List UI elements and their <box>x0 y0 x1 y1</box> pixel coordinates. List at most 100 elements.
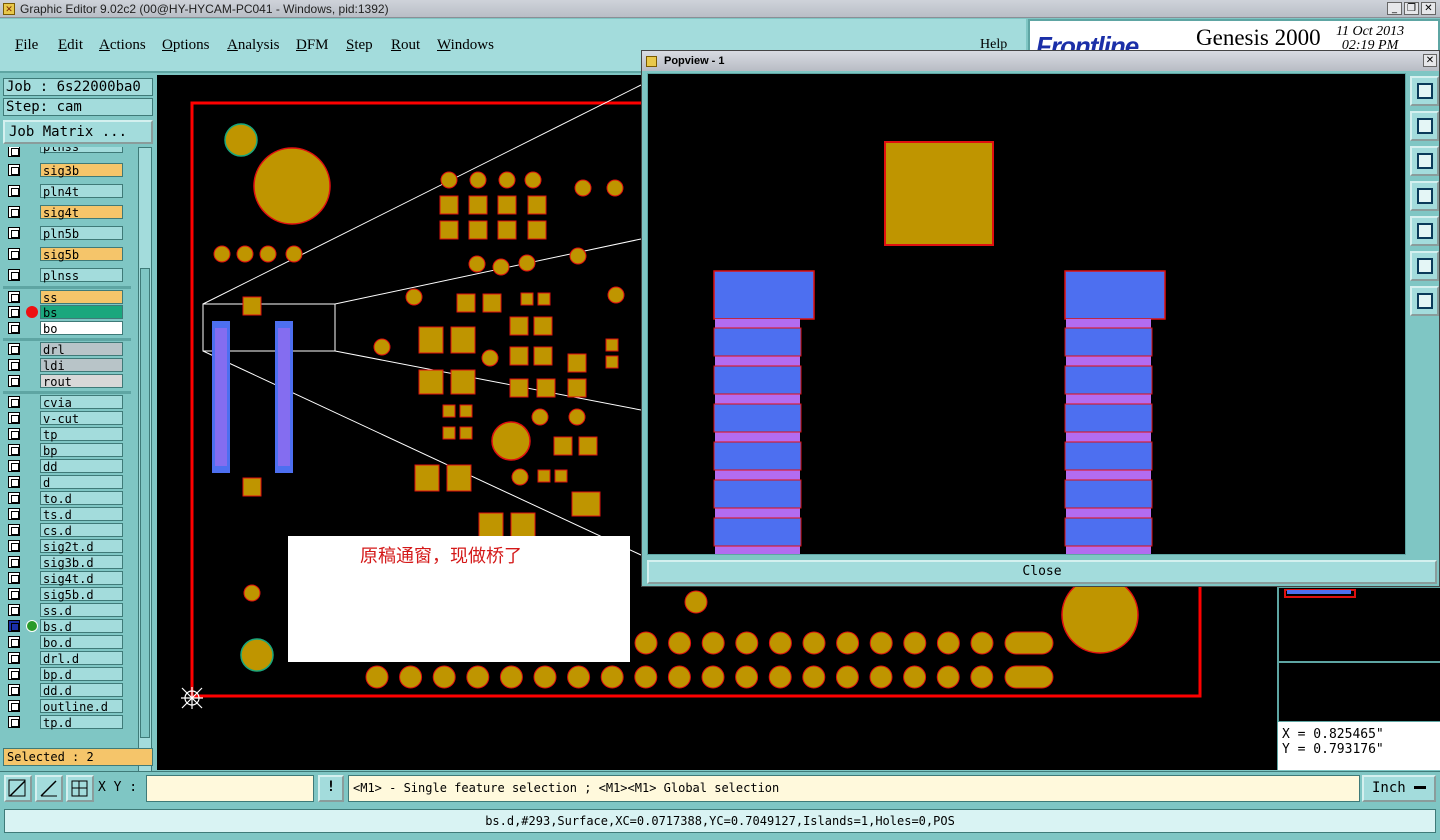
layer-row[interactable]: sig3b <box>3 163 131 178</box>
layer-row[interactable]: bo <box>3 321 131 336</box>
layer-row[interactable]: ss <box>3 290 131 305</box>
layer-checkbox[interactable] <box>8 343 20 355</box>
units-select[interactable]: Inch <box>1362 775 1436 802</box>
layer-row[interactable]: plnss <box>3 147 131 158</box>
layer-checkbox[interactable] <box>8 604 20 616</box>
layer-row[interactable]: sig3b.d <box>3 555 131 570</box>
warning-button[interactable]: ! <box>318 775 344 802</box>
app-x-icon[interactable]: ✕ <box>3 3 15 15</box>
restore-icon[interactable]: ❐ <box>1404 2 1419 15</box>
layer-row[interactable]: bo.d <box>3 635 131 650</box>
minimize-icon[interactable]: _ <box>1387 2 1402 15</box>
layer-checkbox[interactable] <box>8 668 20 680</box>
move-right-icon[interactable] <box>1410 216 1439 246</box>
layer-checkbox[interactable] <box>8 716 20 728</box>
layer-row[interactable]: drl <box>3 342 131 357</box>
layer-row[interactable]: rout <box>3 374 131 389</box>
layer-row[interactable]: pln5b <box>3 226 131 241</box>
layer-row[interactable]: sig5b <box>3 247 131 262</box>
move-left-icon[interactable] <box>1410 181 1439 211</box>
zoom-window-icon[interactable] <box>1410 76 1439 106</box>
layer-row[interactable]: to.d <box>3 491 131 506</box>
layer-checkbox[interactable] <box>8 428 20 440</box>
layer-row[interactable]: ss.d <box>3 603 131 618</box>
layer-row[interactable]: drl.d <box>3 651 131 666</box>
layer-checkbox[interactable] <box>8 164 20 176</box>
layer-list-scrollbar[interactable] <box>138 147 152 819</box>
layer-row[interactable]: sig5b.d <box>3 587 131 602</box>
layer-checkbox[interactable] <box>8 508 20 520</box>
layer-checkbox[interactable] <box>8 359 20 371</box>
layer-row[interactable]: cs.d <box>3 523 131 538</box>
layer-checkbox[interactable] <box>8 620 20 632</box>
minimap[interactable] <box>1278 587 1440 662</box>
popview-close-button[interactable]: Close <box>647 560 1437 584</box>
layer-checkbox[interactable] <box>8 700 20 712</box>
layer-checkbox[interactable] <box>8 556 20 568</box>
zoom-out-icon[interactable] <box>1410 251 1439 281</box>
popview-title-bar[interactable]: Popview - 1 ✕ <box>642 51 1439 71</box>
menu-windows[interactable]: Windows <box>437 37 494 54</box>
layer-checkbox[interactable] <box>8 652 20 664</box>
measure-icon[interactable] <box>35 775 63 802</box>
snap-icon[interactable] <box>4 775 32 802</box>
layer-row[interactable]: d <box>3 475 131 490</box>
layer-checkbox[interactable] <box>8 572 20 584</box>
layer-checkbox[interactable] <box>8 684 20 696</box>
layer-row[interactable]: sig4t.d <box>3 571 131 586</box>
layer-row[interactable]: bp.d <box>3 667 131 682</box>
close-icon[interactable]: ✕ <box>1423 54 1437 67</box>
move-down-icon[interactable] <box>1410 146 1439 176</box>
layer-checkbox[interactable] <box>8 375 20 387</box>
layer-checkbox[interactable] <box>8 636 20 648</box>
layer-row[interactable]: tp <box>3 427 131 442</box>
layer-row[interactable]: bs <box>3 305 131 320</box>
layer-row[interactable]: sig2t.d <box>3 539 131 554</box>
layer-checkbox[interactable] <box>8 540 20 552</box>
layer-checkbox[interactable] <box>8 269 20 281</box>
popview-canvas[interactable] <box>647 73 1406 555</box>
layer-row[interactable]: tp.d <box>3 715 131 730</box>
layer-checkbox[interactable] <box>8 147 20 157</box>
layer-checkbox[interactable] <box>8 248 20 260</box>
layer-checkbox[interactable] <box>8 396 20 408</box>
menu-options[interactable]: Options <box>162 37 210 54</box>
layer-checkbox[interactable] <box>8 460 20 472</box>
xy-input[interactable] <box>146 775 314 802</box>
layer-row[interactable]: v-cut <box>3 411 131 426</box>
layer-checkbox[interactable] <box>8 524 20 536</box>
layer-checkbox[interactable] <box>8 227 20 239</box>
job-matrix-button[interactable]: Job Matrix ... <box>3 120 153 144</box>
layer-checkbox[interactable] <box>8 291 20 303</box>
layer-row[interactable]: bp <box>3 443 131 458</box>
layer-checkbox[interactable] <box>8 185 20 197</box>
layer-row[interactable]: pln4t <box>3 184 131 199</box>
layer-checkbox[interactable] <box>8 476 20 488</box>
layer-checkbox[interactable] <box>8 444 20 456</box>
menu-step[interactable]: Step <box>346 37 373 54</box>
layer-row[interactable]: ts.d <box>3 507 131 522</box>
menu-analysis[interactable]: Analysis <box>227 37 280 54</box>
menu-edit[interactable]: Edit <box>58 37 83 54</box>
layer-checkbox[interactable] <box>8 412 20 424</box>
layer-row[interactable]: sig4t <box>3 205 131 220</box>
layer-checkbox[interactable] <box>8 322 20 334</box>
layer-row[interactable]: bs.d <box>3 619 131 634</box>
layer-checkbox[interactable] <box>8 206 20 218</box>
menu-file[interactable]: File <box>15 37 38 54</box>
menu-rout[interactable]: Rout <box>391 37 420 54</box>
menu-dfm[interactable]: DFM <box>296 37 329 54</box>
layer-row[interactable]: dd.d <box>3 683 131 698</box>
layer-row[interactable]: outline.d <box>3 699 131 714</box>
layer-row[interactable]: ldi <box>3 358 131 373</box>
layer-row[interactable]: dd <box>3 459 131 474</box>
layer-checkbox[interactable] <box>8 588 20 600</box>
zoom-in-icon[interactable] <box>1410 286 1439 316</box>
layer-checkbox[interactable] <box>8 492 20 504</box>
layer-checkbox[interactable] <box>8 306 20 318</box>
grid-icon[interactable] <box>66 775 94 802</box>
layer-row[interactable]: cvia <box>3 395 131 410</box>
scrollbar-thumb[interactable] <box>140 268 150 738</box>
layer-row[interactable]: plnss <box>3 268 131 283</box>
move-up-icon[interactable] <box>1410 111 1439 141</box>
